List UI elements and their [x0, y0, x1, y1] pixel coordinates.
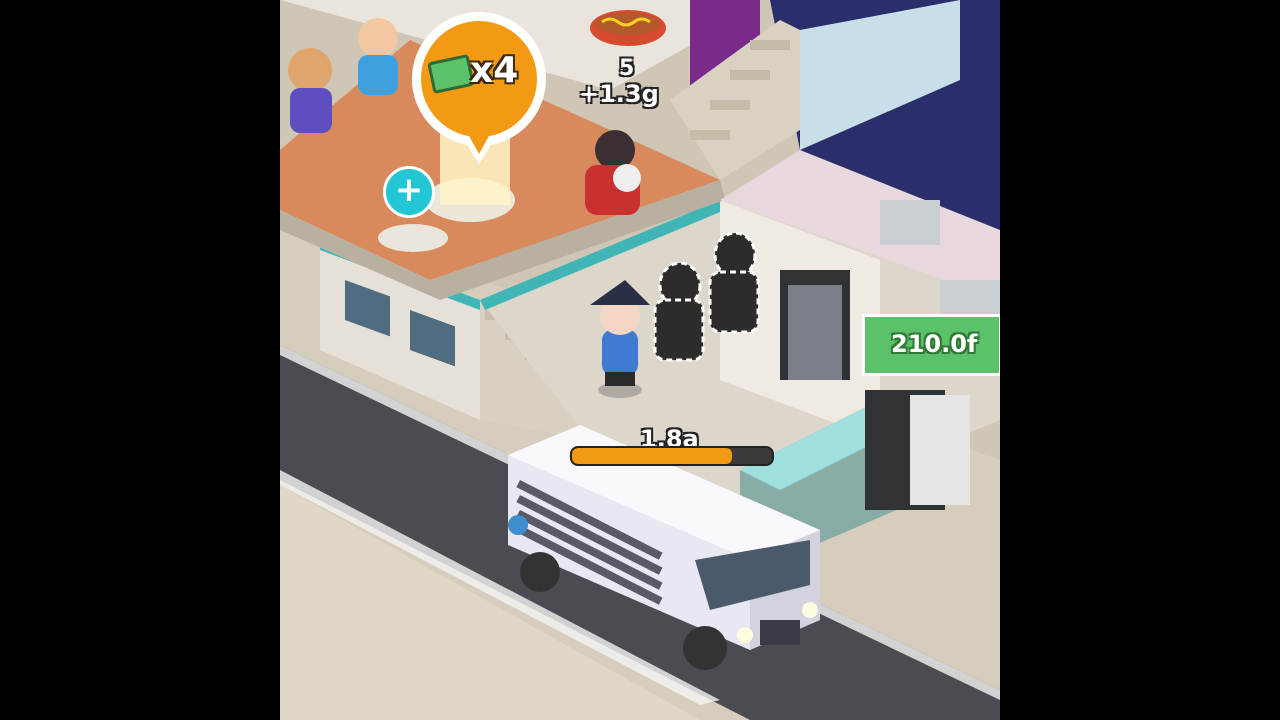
hotdog-sign: [590, 10, 666, 46]
bus-progress-bar: [570, 446, 774, 466]
upgrade-price-tag[interactable]: 210.0f: [862, 314, 1000, 376]
floating-income: +1.3g: [579, 80, 659, 108]
floating-count: 5: [619, 56, 635, 81]
bus-progress-fill: [572, 448, 732, 464]
add-station-button[interactable]: +: [383, 166, 435, 218]
customer-character[interactable]: [288, 48, 332, 133]
multiplier-label: x4: [470, 50, 519, 91]
customer-character[interactable]: [358, 18, 398, 95]
price-tag-label: 210.0f: [891, 330, 978, 358]
empty-slot[interactable]: [378, 224, 448, 252]
ac-unit: [880, 200, 940, 245]
game-viewport[interactable]: x4 5 +1.3g + 210.0f 1.8a: [280, 0, 1000, 720]
plus-icon: +: [394, 170, 424, 210]
income-multiplier-bubble[interactable]: x4: [408, 8, 550, 164]
